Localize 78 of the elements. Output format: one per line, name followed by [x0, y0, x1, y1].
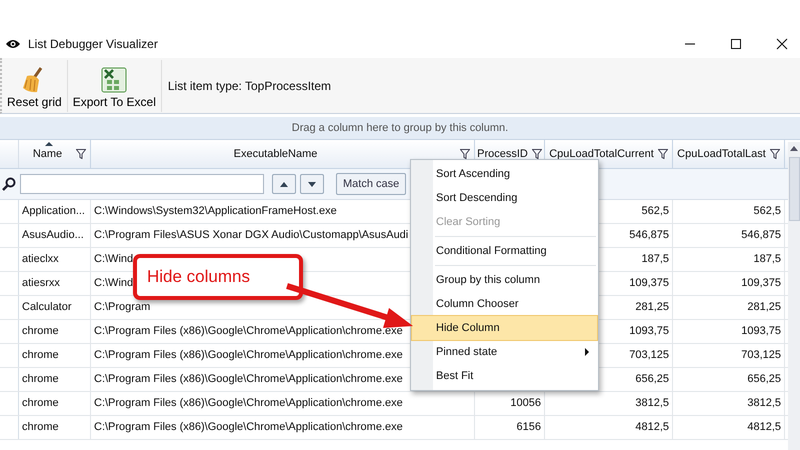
group-panel[interactable]: Drag a column here to group by this column.: [0, 117, 800, 140]
table-cell: Application...: [22, 205, 85, 217]
table-cell: 3812,5: [747, 397, 781, 409]
filter-icon[interactable]: [658, 149, 668, 159]
table-cell: 187,5: [641, 253, 669, 265]
table-cell: 187,5: [753, 253, 781, 265]
table-cell: C:\Windows\System32\ApplicationFrameHost.exe: [94, 205, 337, 217]
table-cell: atiesrxx: [22, 277, 60, 289]
up-triangle-icon: [280, 182, 288, 186]
match-case-button[interactable]: Match case: [336, 173, 406, 195]
table-cell: 4812,5: [635, 421, 669, 433]
table-cell: Calculator: [22, 301, 72, 313]
table-cell: 281,25: [635, 301, 669, 313]
table-cell: 1093,75: [741, 325, 781, 337]
submenu-arrow-icon: [585, 348, 589, 356]
table-cell: 281,25: [747, 301, 781, 313]
table-cell: chrome: [22, 397, 59, 409]
filter-icon[interactable]: [770, 149, 780, 159]
table-cell: chrome: [22, 349, 59, 361]
menu-item[interactable]: Group by this column: [412, 268, 597, 292]
spreadsheet-icon: [99, 66, 130, 94]
close-icon[interactable]: [776, 38, 788, 50]
eye-icon: [6, 39, 20, 49]
menu-item[interactable]: Best Fit: [412, 364, 597, 388]
filter-icon[interactable]: [76, 149, 86, 159]
list-item-type-label: List item type: TopProcessItem: [168, 78, 332, 92]
table-cell: C:\Program Files (x86)\Google\Chrome\Application\chrome.exe: [94, 325, 403, 337]
filter-icon[interactable]: [460, 149, 470, 159]
search-icon: [2, 177, 16, 191]
table-cell: C:\Program Files\ASUS Xonar DGX Audio\Customapp\AsusAudi: [94, 229, 408, 241]
table-cell: C:\Program Files (x86)\Google\Chrome\Application\chrome.exe: [94, 421, 403, 433]
table-cell: 6156: [516, 421, 541, 433]
previous-button[interactable]: [272, 174, 296, 194]
table-cell: C:\Program: [94, 301, 150, 313]
next-button[interactable]: [300, 174, 324, 194]
column-header[interactable]: CpuLoadTotalLast: [673, 140, 785, 168]
reset-button[interactable]: Reset grid: [2, 60, 68, 112]
table-cell: 546,875: [629, 229, 669, 241]
table-cell: 109,375: [629, 277, 669, 289]
menu-item[interactable]: Hide Column: [412, 316, 597, 340]
table-cell: 562,5: [641, 205, 669, 217]
table-cell: 10056: [510, 397, 541, 409]
table-cell: 562,5: [753, 205, 781, 217]
table-cell: 1093,75: [629, 325, 669, 337]
table-cell: 3812,5: [635, 397, 669, 409]
menu-item[interactable]: Column Chooser: [412, 292, 597, 316]
maximize-icon[interactable]: [730, 38, 742, 50]
scrollbar[interactable]: [788, 142, 800, 450]
column-header[interactable]: Name: [19, 140, 91, 168]
sort-arrow-icon: [44, 142, 52, 146]
table-cell: 4812,5: [747, 421, 781, 433]
search-field[interactable]: [20, 174, 264, 194]
table-cell: C:\Program Files (x86)\Google\Chrome\Application\chrome.exe: [94, 373, 403, 385]
menu-item[interactable]: Conditional Formatting: [412, 239, 597, 263]
table-cell: C:\Wind: [94, 277, 134, 289]
table-cell: 546,875: [741, 229, 781, 241]
table-cell: 656,25: [747, 373, 781, 385]
menu-item[interactable]: Pinned state: [412, 340, 597, 364]
table-cell: C:\Program Files (x86)\Google\Chrome\Application\chrome.exe: [94, 349, 403, 361]
scroll-up-icon[interactable]: [790, 146, 798, 151]
scrollbar-thumb[interactable]: [788, 157, 800, 221]
table-cell: atieclxx: [22, 253, 59, 265]
table-cell: 656,25: [635, 373, 669, 385]
table-cell: 703,125: [629, 349, 669, 361]
table-cell: 109,375: [741, 277, 781, 289]
table-cell: C:\Program Files (x86)\Google\Chrome\Application\chrome.exe: [94, 397, 403, 409]
down-triangle-icon: [308, 182, 316, 186]
table-cell: C:\Wind: [94, 253, 134, 265]
menu-item[interactable]: Sort Descending: [412, 186, 597, 210]
table-cell: chrome: [22, 325, 59, 337]
table-cell: chrome: [22, 421, 59, 433]
callout-box: Hide columns: [133, 254, 303, 300]
window-title: List Debugger Visualizer: [28, 37, 158, 51]
filter-icon[interactable]: [532, 149, 542, 159]
table-cell: chrome: [22, 373, 59, 385]
table-cell: AsusAudio...: [22, 229, 84, 241]
export-button[interactable]: Export To Excel: [68, 60, 162, 112]
table-cell: 703,125: [741, 349, 781, 361]
